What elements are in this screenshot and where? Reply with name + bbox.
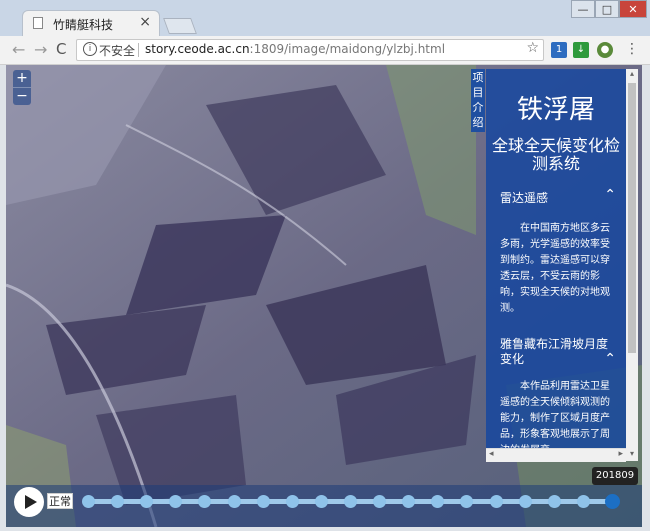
tab-close-button[interactable]: × bbox=[139, 14, 151, 30]
browser-toolbar: ← → C i 不安全 story.ceode.ac.cn:1809/image… bbox=[0, 36, 650, 65]
address-bar[interactable]: i 不安全 story.ceode.ac.cn:1809/image/maido… bbox=[76, 39, 544, 61]
extension-download-icon[interactable]: ↓ bbox=[573, 42, 589, 58]
section-body-landslide: 本作品利用雷达卫星遥感的全天候倾斜观测的能力，制作了区域月度产品，形象客观地展示… bbox=[500, 381, 610, 456]
section-heading-landslide[interactable]: 雅鲁藏布江滑坡月度变化 bbox=[500, 337, 612, 367]
map-viewport[interactable]: + − 项目介绍 铁浮屠 全球全天候变化检测系统 雷达遥感 ⌃ 在中国南方地区多… bbox=[6, 65, 642, 527]
url-text: story.ceode.ac.cn:1809/image/maidong/ylz… bbox=[145, 42, 445, 56]
zoom-in-button[interactable]: + bbox=[13, 70, 31, 87]
bookmark-star-icon[interactable]: ☆ bbox=[526, 40, 539, 56]
maximize-button[interactable]: □ bbox=[595, 0, 619, 18]
section-heading-radar[interactable]: 雷达遥感 bbox=[500, 189, 612, 206]
forward-button[interactable]: → bbox=[34, 40, 47, 59]
current-date-tooltip: 201809 bbox=[592, 467, 638, 485]
timeline-step-dot[interactable] bbox=[518, 495, 532, 508]
info-panel: 铁浮屠 全球全天候变化检测系统 雷达遥感 ⌃ 在中国南方地区多云多雨，光学遥感的… bbox=[486, 69, 626, 461]
back-button[interactable]: ← bbox=[12, 40, 25, 59]
timeline-step-dot[interactable] bbox=[198, 495, 212, 508]
info-icon[interactable]: i bbox=[83, 42, 97, 56]
timeline-step-dot[interactable] bbox=[111, 495, 125, 508]
zoom-out-button[interactable]: − bbox=[13, 87, 31, 105]
menu-icon[interactable]: ⋮ bbox=[625, 41, 639, 57]
new-tab-button[interactable] bbox=[163, 18, 197, 34]
timeline-bar: 正常 bbox=[6, 485, 642, 527]
chevron-up-icon[interactable]: ⌃ bbox=[604, 351, 616, 367]
timeline-step-dot[interactable] bbox=[576, 495, 590, 508]
address-divider bbox=[138, 43, 139, 57]
panel-title: 铁浮屠 bbox=[516, 95, 595, 125]
extension-badge: 1 bbox=[555, 44, 563, 55]
browser-tab[interactable]: 竹睛艇科技 × bbox=[22, 10, 160, 36]
chevron-up-icon[interactable]: ⌃ bbox=[604, 187, 616, 203]
timeline-step-dot[interactable] bbox=[169, 495, 183, 508]
speed-label[interactable]: 正常 bbox=[47, 493, 73, 509]
browser-window: 竹睛艇科技 × — □ ✕ ← → C i 不安全 story.ceode.ac… bbox=[0, 0, 650, 531]
security-label: 不安全 bbox=[99, 44, 136, 58]
url-host: story.ceode.ac.cn bbox=[145, 42, 250, 56]
scroll-up-arrow-icon[interactable]: ▴ bbox=[626, 69, 638, 81]
panel-subtitle: 全球全天候变化检测系统 bbox=[491, 136, 620, 173]
timeline-step-dot[interactable] bbox=[314, 495, 328, 508]
scroll-left-arrow-icon[interactable]: ◂ bbox=[489, 449, 494, 459]
zoom-control: + − bbox=[13, 70, 31, 105]
panel-scrollbar[interactable]: ▴ ▾ bbox=[626, 69, 638, 461]
scrollbar-thumb[interactable] bbox=[628, 83, 636, 353]
timeline-step-dot[interactable] bbox=[431, 495, 445, 508]
timeline-step-dot[interactable] bbox=[140, 495, 154, 508]
minimize-button[interactable]: — bbox=[571, 0, 595, 18]
title-bar: 竹睛艇科技 × — □ ✕ bbox=[0, 0, 650, 36]
timeline-step-dot[interactable] bbox=[489, 495, 503, 508]
timeline-step-dot[interactable] bbox=[373, 495, 387, 508]
scroll-right-arrow-icon[interactable]: ▸ bbox=[618, 449, 623, 459]
url-path: :1809/image/maidong/ylzbj.html bbox=[249, 42, 446, 56]
project-intro-tab[interactable]: 项目介绍 bbox=[471, 69, 485, 132]
timeline-step-dot[interactable] bbox=[402, 495, 416, 508]
page-icon bbox=[33, 17, 43, 29]
scroll-down-arrow-icon[interactable]: ▾ bbox=[626, 449, 638, 461]
panel-horizontal-scrollbar[interactable]: ◂ ▸ bbox=[486, 448, 626, 462]
extension-translate-icon[interactable]: 1 bbox=[551, 42, 567, 58]
timeline-step-dot[interactable] bbox=[605, 494, 620, 509]
extension-globe-icon[interactable]: ● bbox=[597, 42, 613, 58]
timeline-step-dot[interactable] bbox=[460, 495, 474, 508]
section-body-radar: 在中国南方地区多云多雨，光学遥感的效率受到制约。雷达遥感可以穿透云层，不受云雨的… bbox=[500, 223, 610, 314]
play-button[interactable] bbox=[14, 487, 44, 517]
timeline-step-dot[interactable] bbox=[547, 495, 561, 508]
reload-button[interactable]: C bbox=[56, 40, 66, 58]
timeline-step-dot[interactable] bbox=[227, 495, 241, 508]
timeline-step-dot[interactable] bbox=[344, 495, 357, 508]
close-window-button[interactable]: ✕ bbox=[619, 0, 647, 18]
timeline-step-dot[interactable] bbox=[285, 495, 299, 508]
timeline-step-dot[interactable] bbox=[82, 495, 95, 508]
timeline-step-dot[interactable] bbox=[256, 495, 270, 508]
tab-title: 竹睛艇科技 bbox=[53, 18, 114, 32]
